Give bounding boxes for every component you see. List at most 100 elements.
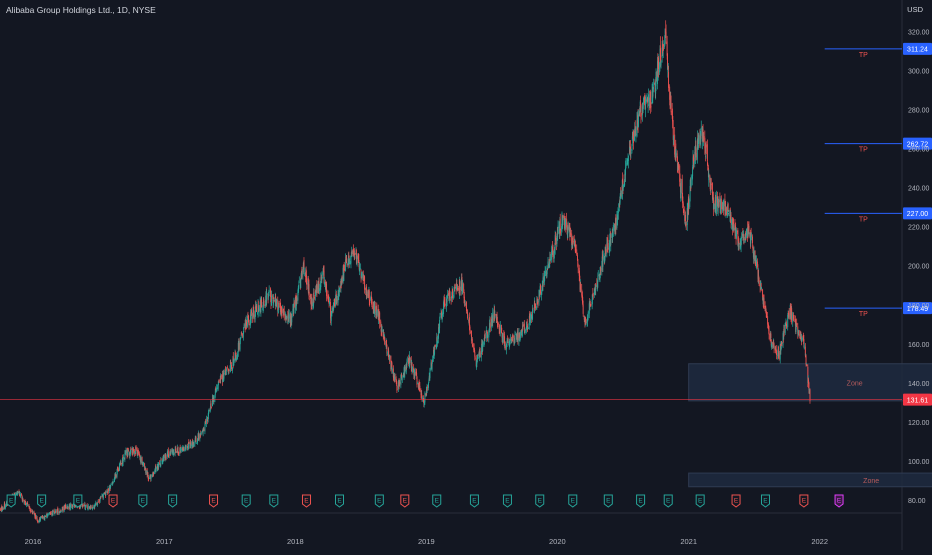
candle-body: [635, 134, 636, 135]
candle-body: [716, 197, 717, 215]
candle-body: [595, 285, 596, 291]
candle-body: [691, 180, 692, 185]
candle-body: [618, 209, 619, 213]
chart-canvas[interactable]: ZoneZoneTP311.24TP262.72TP227.00TP178.49…: [0, 0, 932, 550]
candle-body: [620, 190, 621, 196]
candle-body: [110, 484, 111, 485]
currency-label[interactable]: USD: [907, 5, 923, 14]
candle-body: [48, 514, 49, 515]
y-tick-label: 220.00: [908, 225, 930, 232]
candle-body: [532, 309, 533, 319]
candle-body: [568, 227, 569, 230]
candle-body: [273, 298, 274, 299]
candle-body: [437, 341, 438, 344]
candle-body: [646, 98, 647, 103]
candle-body: [196, 443, 197, 444]
candle-body: [24, 502, 25, 503]
earnings-marker-label: E: [304, 498, 309, 505]
candle-body: [469, 317, 470, 325]
earnings-marker-label: E: [571, 498, 576, 505]
candle-body: [550, 259, 551, 260]
candle-body: [249, 322, 250, 326]
tp-label: TP: [859, 216, 868, 223]
x-tick-label: 2018: [287, 537, 304, 546]
candle-body: [141, 458, 142, 464]
candle-body: [369, 291, 370, 301]
y-tick-label: 300.00: [908, 68, 930, 75]
candle-body: [485, 338, 486, 339]
candle-body: [501, 328, 502, 331]
candle-body: [53, 511, 54, 514]
candle-body: [256, 306, 257, 312]
candle-body: [392, 369, 393, 373]
candle-body: [594, 291, 595, 293]
candle-body: [731, 219, 732, 225]
candle-body: [409, 357, 410, 361]
candle-body: [279, 303, 280, 304]
y-tick-label: 120.00: [908, 420, 930, 427]
candle-body: [43, 516, 44, 518]
candle-body: [472, 344, 473, 345]
candle-body: [784, 329, 785, 333]
candle-body: [422, 398, 423, 399]
candle-body: [332, 308, 333, 314]
candle-body: [779, 353, 780, 359]
candle-body: [161, 459, 162, 460]
earnings-marker-label: E: [76, 498, 81, 505]
candle-body: [532, 308, 533, 309]
candle-body: [668, 72, 669, 88]
candle-body: [482, 343, 483, 352]
candle-body: [540, 285, 541, 294]
candle-body: [701, 128, 702, 130]
candle-body: [380, 322, 381, 327]
x-tick-label: 2022: [811, 537, 828, 546]
earnings-marker-label: E: [505, 498, 510, 505]
x-tick-label: 2016: [25, 537, 42, 546]
candle-body: [208, 410, 209, 412]
candle-body: [50, 513, 51, 514]
candle-body: [643, 98, 644, 105]
candle-body: [58, 510, 59, 513]
candle-body: [98, 501, 99, 502]
candle-body: [746, 229, 747, 236]
candle-body: [344, 269, 345, 270]
candle-body: [563, 216, 564, 222]
candle-body: [181, 449, 182, 451]
candle-body: [35, 515, 36, 519]
candle-body: [553, 250, 554, 257]
candle-body: [538, 301, 539, 303]
candle-body: [321, 277, 322, 280]
candle-body: [764, 299, 765, 308]
candle-body: [447, 299, 448, 302]
candle-body: [87, 505, 88, 508]
candle-body: [510, 338, 511, 341]
candle-body: [769, 329, 770, 334]
candle-body: [726, 207, 727, 215]
earnings-marker-label: E: [272, 498, 277, 505]
candle-body: [432, 363, 433, 369]
candle-body: [178, 452, 179, 453]
candle-body: [545, 272, 546, 273]
candle-body: [439, 320, 440, 328]
candle-body: [123, 457, 124, 459]
earnings-marker-label: E: [606, 498, 611, 505]
zone-box: [689, 473, 932, 487]
earnings-marker-label: E: [472, 498, 477, 505]
tp-price-tag-text: 311.24: [907, 47, 928, 54]
candle-body: [796, 323, 797, 325]
candle-body: [698, 145, 699, 148]
candle-body: [419, 386, 420, 392]
candle-body: [191, 443, 192, 446]
candle-body: [759, 278, 760, 283]
candle-body: [38, 521, 39, 522]
candle-body: [447, 294, 448, 298]
candle-body: [761, 287, 762, 289]
candle-body: [535, 304, 536, 308]
candle-body: [60, 511, 61, 512]
candle-body: [97, 503, 98, 505]
candle-body: [412, 367, 413, 372]
candle-body: [610, 239, 611, 245]
candle-body: [454, 292, 455, 297]
candle-body: [337, 299, 338, 300]
candle-body: [613, 225, 614, 231]
